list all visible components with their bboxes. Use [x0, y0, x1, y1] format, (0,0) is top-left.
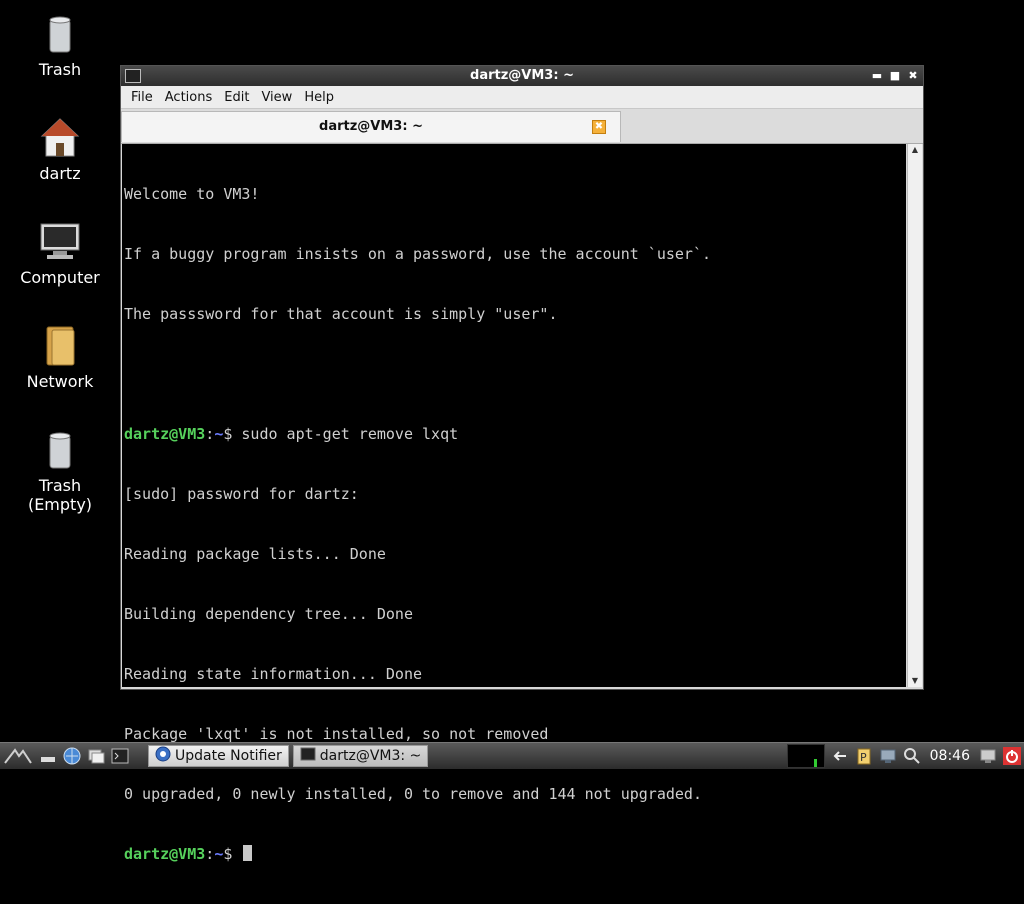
prompt-dollar: $ [223, 425, 242, 443]
terminal-line: [sudo] password for dartz: [124, 485, 359, 503]
terminal-window: dartz@VM3: ~ ▬ ■ ✖ File Actions Edit Vie… [120, 65, 924, 863]
cpu-monitor-icon[interactable] [786, 744, 825, 768]
desktop-icon-home[interactable]: dartz [10, 116, 110, 183]
network-icon[interactable] [879, 747, 897, 765]
menu-view[interactable]: View [255, 90, 298, 105]
terminal-line: If a buggy program insists on a password… [124, 245, 711, 263]
terminal-launcher-icon[interactable] [111, 747, 129, 765]
scroll-up-icon[interactable]: ▲ [908, 144, 922, 156]
terminal-line: Package 'lxqt' is not installed, so not … [124, 725, 549, 743]
desktop-icon-label: Network [26, 372, 94, 391]
back-arrow-icon[interactable] [831, 747, 849, 765]
clipboard-icon[interactable]: P [855, 747, 873, 765]
tab-bar: dartz@VM3: ~ ✖ [121, 109, 923, 144]
terminal-command-line: dartz@VM3:~$ sudo apt-get remove lxqt [124, 424, 906, 444]
desktop-icon-trash[interactable]: Trash [10, 12, 110, 79]
task-terminal[interactable]: dartz@VM3: ~ [292, 745, 429, 767]
desktop-icon-trash-empty[interactable]: Trash (Empty) [10, 428, 110, 514]
task-update-notifier[interactable]: Update Notifier [148, 745, 289, 767]
menu-bar: File Actions Edit View Help [121, 86, 923, 109]
task-label: dartz@VM3: ~ [319, 748, 422, 764]
home-icon [38, 116, 82, 160]
text-cursor [243, 845, 253, 861]
search-icon[interactable] [903, 747, 921, 765]
terminal-line: Building dependency tree... Done [124, 605, 413, 623]
terminal-icon [125, 69, 141, 83]
prompt-separator: : [205, 845, 215, 863]
tab-terminal[interactable]: dartz@VM3: ~ ✖ [121, 111, 621, 142]
command-text: sudo apt-get remove lxqt [241, 425, 459, 443]
desktop-icon-label: Computer [20, 268, 100, 287]
terminal-line: The passsword for that account is simply… [124, 305, 558, 323]
prompt-path: ~ [214, 425, 224, 443]
terminal-line: 0 upgraded, 0 newly installed, 0 to remo… [124, 785, 702, 803]
prompt-dollar: $ [223, 845, 242, 863]
separator [135, 747, 141, 765]
minimize-icon[interactable]: ▬ [871, 66, 883, 86]
system-tray: P 08:46 [784, 744, 1024, 768]
desktop-icon-label: dartz [39, 164, 81, 183]
terminal-output[interactable]: Welcome to VM3! If a buggy program insis… [122, 144, 906, 863]
task-label: Update Notifier [175, 748, 282, 764]
minimize-all-icon[interactable] [39, 747, 57, 765]
desktop-icon-computer[interactable]: Computer [10, 220, 110, 287]
scroll-down-icon[interactable]: ▼ [908, 675, 922, 687]
maximize-icon[interactable]: ■ [889, 66, 901, 86]
svg-text:P: P [860, 751, 867, 764]
terminal-prompt-line: dartz@VM3:~$ [124, 844, 906, 864]
terminal-line: Reading package lists... Done [124, 545, 386, 563]
menu-file[interactable]: File [125, 90, 159, 105]
taskbar: Update Notifier dartz@VM3: ~ P 08:46 [0, 742, 1024, 769]
close-icon[interactable]: ✖ [907, 66, 919, 86]
update-notifier-icon [155, 746, 171, 766]
file-manager-icon[interactable] [87, 747, 105, 765]
prompt-separator: : [205, 425, 215, 443]
trash-icon [38, 428, 82, 472]
clock[interactable]: 08:46 [924, 748, 976, 764]
power-icon[interactable] [1003, 747, 1021, 765]
menu-help[interactable]: Help [298, 90, 340, 105]
window-titlebar[interactable]: dartz@VM3: ~ ▬ ■ ✖ [121, 66, 923, 86]
trash-icon [38, 12, 82, 56]
folder-icon [38, 324, 82, 368]
lock-screen-icon[interactable] [979, 747, 997, 765]
desktop-icon-label: Trash (Empty) [27, 476, 93, 514]
start-menu-icon[interactable] [3, 747, 33, 765]
terminal-icon [300, 747, 316, 765]
terminal-line: Welcome to VM3! [124, 185, 260, 203]
browser-icon[interactable] [63, 747, 81, 765]
prompt-user: dartz@VM3 [124, 425, 206, 443]
menu-edit[interactable]: Edit [218, 90, 255, 105]
computer-icon [38, 220, 82, 264]
menu-actions[interactable]: Actions [159, 90, 219, 105]
terminal-scrollbar[interactable]: ▲ ▼ [907, 144, 922, 687]
tab-title: dartz@VM3: ~ [319, 119, 423, 134]
prompt-user: dartz@VM3 [124, 845, 206, 863]
desktop-icon-network[interactable]: Network [10, 324, 110, 391]
prompt-path: ~ [214, 845, 224, 863]
desktop-icon-label: Trash [38, 60, 82, 79]
tab-close-icon[interactable]: ✖ [592, 120, 606, 134]
terminal-line: Reading state information... Done [124, 665, 423, 683]
window-title: dartz@VM3: ~ [470, 68, 574, 83]
